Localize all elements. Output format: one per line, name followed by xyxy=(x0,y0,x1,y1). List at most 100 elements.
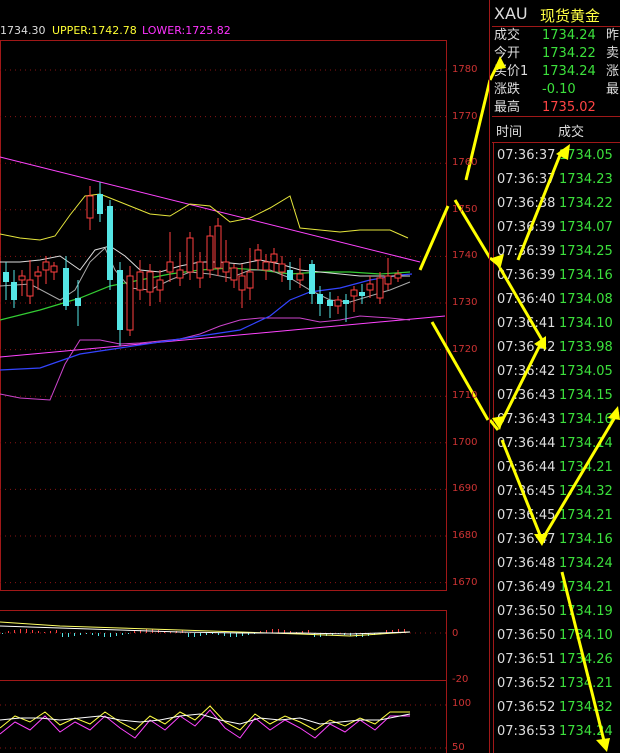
macd-bar xyxy=(194,633,195,637)
macd-bar xyxy=(308,630,309,633)
price-axis-label: 1700 xyxy=(452,436,478,448)
boll-upper-line xyxy=(0,193,409,241)
candle-body xyxy=(97,194,103,214)
candle-body xyxy=(146,271,154,293)
price-axis-label: 1740 xyxy=(452,250,478,262)
kdj-axis-50: 50 xyxy=(452,742,465,753)
candle-body xyxy=(309,264,315,294)
price-axis-label: 1680 xyxy=(452,530,478,541)
trading-terminal: 1734.30 UPPER:1742.78 LOWER:1725.82 1780… xyxy=(0,0,620,753)
kdj-axis-100: 100 xyxy=(452,698,472,709)
price-gridlines xyxy=(0,69,446,584)
kdj-j-line xyxy=(0,713,411,725)
macd-bar xyxy=(104,633,105,637)
price-axis-label: 1730 xyxy=(452,297,478,308)
candle-body xyxy=(18,275,26,281)
macd-bar xyxy=(272,629,273,633)
candle-body xyxy=(350,289,358,297)
candle-body xyxy=(34,271,42,277)
price-axis-label: 1770 xyxy=(452,110,478,122)
macd-bar xyxy=(206,633,207,635)
price-axis-label: 1690 xyxy=(452,483,478,495)
candle-body xyxy=(206,235,214,271)
price-axis-label: 1760 xyxy=(452,157,478,169)
macd-dea-line xyxy=(0,625,411,635)
candle-body xyxy=(384,275,392,285)
candle-body xyxy=(176,269,184,279)
candle-body xyxy=(126,275,134,331)
candle-body xyxy=(222,261,230,273)
macd-bar xyxy=(188,633,189,637)
macd-bar xyxy=(56,630,57,633)
price-axis-label: 1750 xyxy=(452,203,478,215)
candle-body xyxy=(3,272,9,282)
candle-body xyxy=(196,261,204,279)
candle-body xyxy=(327,300,333,306)
candle-body xyxy=(317,294,323,304)
macd-bar xyxy=(224,633,225,636)
macd-bar xyxy=(116,633,117,636)
candle-body xyxy=(156,279,164,291)
candlesticks xyxy=(3,182,402,346)
price-axis-label: 1710 xyxy=(452,390,478,402)
macd-bar xyxy=(8,631,9,633)
macd-bar xyxy=(230,633,231,637)
candle-body xyxy=(376,277,384,299)
candle-body xyxy=(136,271,144,291)
candle-body xyxy=(63,268,69,306)
candle-body xyxy=(107,206,113,280)
sub-gridlines xyxy=(0,632,446,749)
candle-body xyxy=(186,237,194,273)
candle-body xyxy=(296,273,304,281)
candle-body xyxy=(270,253,278,263)
candle-body xyxy=(42,261,50,271)
candle-body xyxy=(214,225,222,269)
macd-bar xyxy=(200,633,201,636)
macd-bar xyxy=(218,633,219,635)
kdj-k-line xyxy=(0,705,410,731)
macd-bar xyxy=(2,633,3,634)
price-axis-label: 1670 xyxy=(452,576,478,588)
macd-bar xyxy=(50,631,51,633)
candle-body xyxy=(366,283,374,291)
macd-bar xyxy=(80,633,81,635)
macd-bar xyxy=(26,629,27,633)
ma-long-line xyxy=(0,273,413,371)
macd-bar xyxy=(86,633,87,634)
ma-mid-line xyxy=(0,267,411,321)
candle-body xyxy=(262,261,270,271)
candle-body xyxy=(50,265,58,273)
macd-bar xyxy=(110,633,111,637)
macd-bar xyxy=(62,633,63,637)
candle-body xyxy=(11,282,17,300)
candle-body xyxy=(278,263,286,273)
macd-bar xyxy=(98,633,99,636)
macd-bar xyxy=(122,633,123,635)
candle-body xyxy=(238,275,246,291)
macd-bar xyxy=(236,633,237,637)
macd-bar xyxy=(14,630,15,633)
candle-body xyxy=(394,273,402,279)
macd-bar xyxy=(92,633,93,635)
boll-lower-line xyxy=(0,315,411,401)
candle-body xyxy=(287,270,293,280)
macd-bar xyxy=(134,631,135,633)
price-axis-label: 1780 xyxy=(452,64,478,75)
candle-body xyxy=(359,292,365,296)
macd-axis-neg20: -20 xyxy=(452,674,469,685)
candle-body xyxy=(334,299,342,307)
candle-body xyxy=(75,298,81,306)
candle-body xyxy=(343,300,349,304)
candle-body xyxy=(117,270,123,330)
panel-arrows xyxy=(490,56,620,752)
candle-body xyxy=(230,267,238,281)
main-chart-frame xyxy=(0,40,447,591)
macd-bar xyxy=(74,633,75,636)
macd-bar xyxy=(38,631,39,633)
price-axis-label: 1720 xyxy=(452,343,478,355)
macd-bar xyxy=(20,629,21,633)
candle-body xyxy=(254,249,262,261)
macd-bar xyxy=(68,633,69,637)
price-chart[interactable] xyxy=(0,0,490,753)
macd-bar xyxy=(32,630,33,633)
